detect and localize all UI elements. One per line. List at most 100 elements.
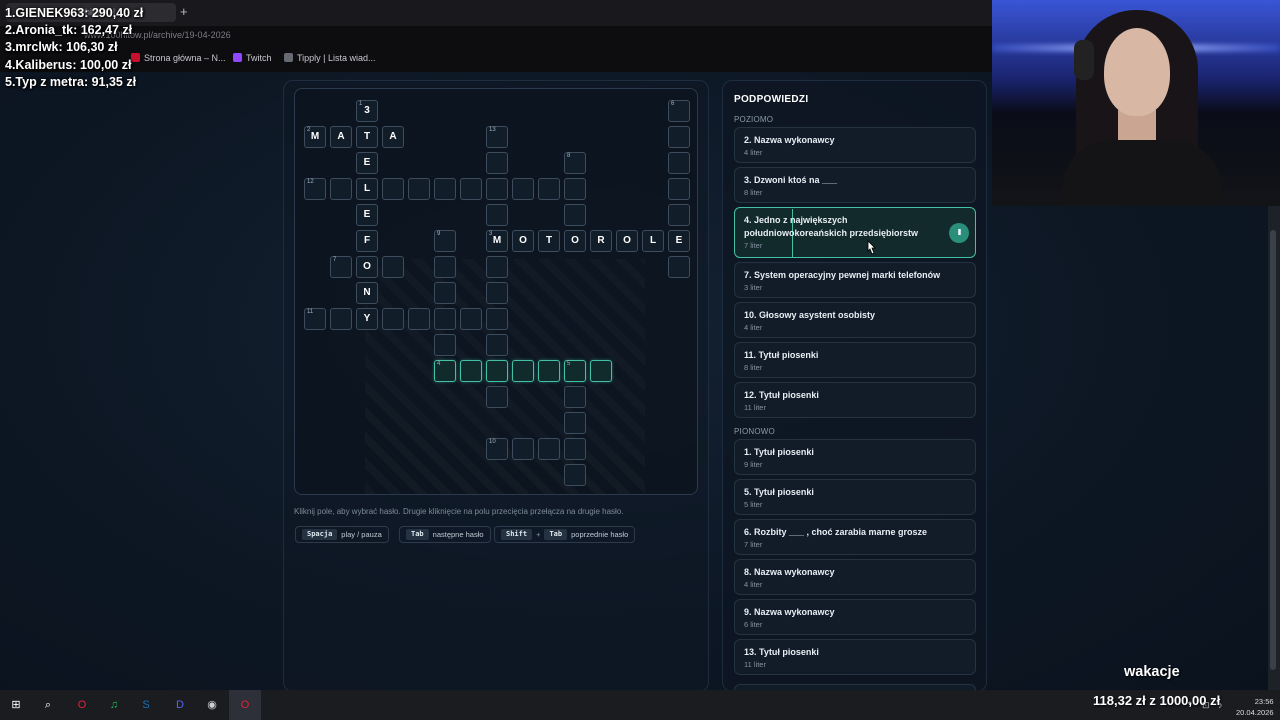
clue-across-10[interactable]: 10. Głosowy asystent osobisty 4 liter (734, 302, 976, 338)
crossword-cell[interactable]: 11 (304, 308, 326, 330)
crossword-cell[interactable] (486, 308, 508, 330)
crossword-cell[interactable] (486, 152, 508, 174)
clue-across-4-active[interactable]: 4. Jedno z największych południowokoreań… (734, 207, 976, 258)
crossword-cell[interactable]: T (538, 230, 560, 252)
crossword-cell[interactable] (512, 178, 534, 200)
crossword-cell[interactable]: L (356, 178, 378, 200)
crossword-cell[interactable] (590, 360, 612, 382)
pause-button[interactable]: II (949, 223, 969, 243)
crossword-cell[interactable] (382, 178, 404, 200)
crossword-cell[interactable] (486, 386, 508, 408)
crossword-cell[interactable] (486, 256, 508, 278)
crossword-cell[interactable] (434, 334, 456, 356)
crossword-cell[interactable]: T (356, 126, 378, 148)
crossword-cell[interactable] (668, 152, 690, 174)
crossword-cell[interactable] (460, 178, 482, 200)
page-scrollbar-thumb[interactable] (1270, 230, 1276, 670)
crossword-cell[interactable]: A (382, 126, 404, 148)
crossword-cell[interactable]: E (356, 152, 378, 174)
crossword-cell[interactable] (460, 308, 482, 330)
crossword-cell[interactable] (408, 178, 430, 200)
crossword-cell[interactable]: O (356, 256, 378, 278)
crossword-cell[interactable] (434, 256, 456, 278)
crossword-cell[interactable] (538, 178, 560, 200)
crossword-cell[interactable] (460, 360, 482, 382)
clue-across-12[interactable]: 12. Tytuł piosenki 11 liter (734, 382, 976, 418)
crossword-cell[interactable]: O (512, 230, 534, 252)
crossword-cell[interactable]: 10 (486, 438, 508, 460)
crossword-cell[interactable] (434, 178, 456, 200)
obs-icon[interactable]: ◉ (204, 697, 220, 713)
new-tab-button[interactable]: + (180, 4, 188, 19)
crossword-cell[interactable] (564, 464, 586, 486)
crossword-cell[interactable] (512, 438, 534, 460)
crossword-cell[interactable]: 13 (486, 126, 508, 148)
crossword-cell[interactable]: 6 (668, 100, 690, 122)
crossword-cell[interactable] (564, 438, 586, 460)
opera-icon[interactable]: O (74, 697, 90, 713)
bookmark-tipply[interactable]: Tipply | Lista wiad... (284, 53, 376, 63)
crossword-cell[interactable]: F (356, 230, 378, 252)
crossword-cell[interactable] (538, 360, 560, 382)
crossword-cell[interactable] (564, 412, 586, 434)
crossword-cell[interactable]: 13 (356, 100, 378, 122)
crossword-cell[interactable]: 7 (330, 256, 352, 278)
clue-across-11[interactable]: 11. Tytuł piosenki 8 liter (734, 342, 976, 378)
crossword-cell[interactable] (668, 178, 690, 200)
crossword-cell[interactable]: R (590, 230, 612, 252)
crossword-cell[interactable] (512, 360, 534, 382)
spotify-icon[interactable]: ♫ (106, 697, 122, 713)
crossword-cell[interactable]: E (668, 230, 690, 252)
crossword-cell[interactable]: 8 (564, 152, 586, 174)
bookmark-strona-glowna[interactable]: Strona główna – N... (131, 53, 226, 63)
crossword-cell[interactable] (668, 126, 690, 148)
crossword-cell[interactable]: 5 (564, 360, 586, 382)
clue-across-2[interactable]: 2. Nazwa wykonawcy 4 liter (734, 127, 976, 163)
crossword-cell[interactable] (382, 308, 404, 330)
steam-icon[interactable]: S (138, 697, 154, 713)
crossword-cell[interactable] (486, 282, 508, 304)
crossword-cell[interactable] (538, 438, 560, 460)
crossword-cell[interactable] (408, 308, 430, 330)
crossword-cell[interactable]: 2M (304, 126, 326, 148)
clue-down-5[interactable]: 5. Tytuł piosenki 5 liter (734, 479, 976, 515)
crossword-cell[interactable]: Y (356, 308, 378, 330)
clue-down-13[interactable]: 13. Tytuł piosenki 11 liter (734, 639, 976, 675)
windows-start-icon[interactable]: ⊞ (8, 697, 24, 713)
crossword-cell[interactable] (668, 204, 690, 226)
crossword-cell[interactable] (330, 178, 352, 200)
crossword-cell[interactable] (564, 204, 586, 226)
crossword-cell[interactable] (668, 256, 690, 278)
crossword-cell[interactable]: 3M (486, 230, 508, 252)
crossword-cell[interactable] (564, 386, 586, 408)
clue-across-7[interactable]: 7. System operacyjny pewnej marki telefo… (734, 262, 976, 298)
crossword-cell[interactable] (486, 178, 508, 200)
crossword-cell[interactable] (486, 360, 508, 382)
crossword-cell[interactable]: A (330, 126, 352, 148)
crossword-cell[interactable] (564, 178, 586, 200)
bookmark-twitch[interactable]: Twitch (233, 53, 272, 63)
clue-down-6[interactable]: 6. Rozbity ___ , choć zarabia marne gros… (734, 519, 976, 555)
clue-across-3[interactable]: 3. Dzwoni ktoś na ___ 8 liter (734, 167, 976, 203)
crossword-cell[interactable]: L (642, 230, 664, 252)
system-tray-icons[interactable]: ⌃ ⊡ ♪ (1186, 700, 1226, 711)
crossword-cell[interactable]: 9 (434, 230, 456, 252)
crossword-cell[interactable]: O (616, 230, 638, 252)
crossword-cell[interactable] (486, 204, 508, 226)
clue-down-8[interactable]: 8. Nazwa wykonawcy 4 liter (734, 559, 976, 595)
crossword-cell[interactable] (486, 334, 508, 356)
clue-down-1[interactable]: 1. Tytuł piosenki 9 liter (734, 439, 976, 475)
opera-gx-icon[interactable]: O (237, 697, 253, 713)
crossword-cell[interactable] (382, 256, 404, 278)
taskbar-clock[interactable]: 23:56 20.04.2026 (1236, 696, 1274, 718)
crossword-cell[interactable]: 12 (304, 178, 326, 200)
crossword-cell[interactable]: O (564, 230, 586, 252)
search-icon[interactable]: ⌕ (40, 697, 56, 713)
crossword-cell[interactable]: 4 (434, 360, 456, 382)
crossword-cell[interactable] (330, 308, 352, 330)
crossword-cell[interactable]: N (356, 282, 378, 304)
discord-icon[interactable]: D (172, 697, 188, 713)
crossword-cell[interactable] (434, 308, 456, 330)
crossword-cell[interactable]: E (356, 204, 378, 226)
clue-down-9[interactable]: 9. Nazwa wykonawcy 6 liter (734, 599, 976, 635)
